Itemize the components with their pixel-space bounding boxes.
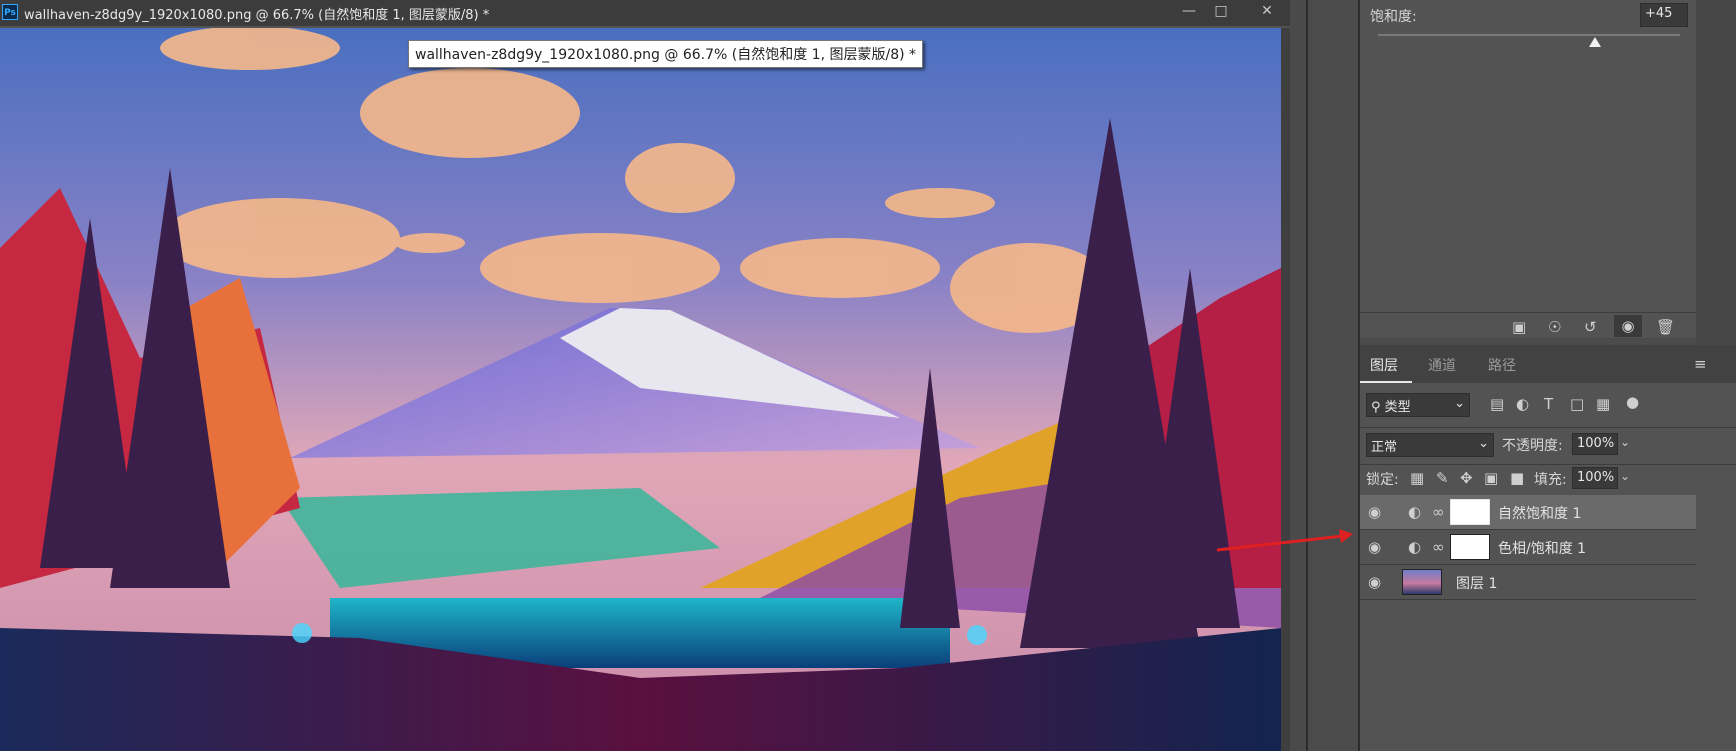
chevron-down-icon[interactable]: ⌄ <box>1620 469 1630 483</box>
chevron-down-icon: ⌄ <box>1454 396 1465 411</box>
lock-artboard-icon[interactable]: ▣ <box>1484 469 1498 487</box>
pixel-filter-icon[interactable]: ▤ <box>1490 395 1504 413</box>
adjustment-filter-icon[interactable]: ◐ <box>1516 395 1529 413</box>
layer-mask-thumbnail[interactable] <box>1450 534 1490 560</box>
photoshop-icon: Ps <box>2 4 18 20</box>
search-icon: ⚲ <box>1371 400 1381 415</box>
blend-mode-select[interactable]: 正常 ⌄ <box>1366 433 1494 457</box>
opacity-label: 不透明度: <box>1502 438 1563 454</box>
panel-menu-icon[interactable]: ≡ <box>1694 355 1707 373</box>
properties-footer: ▣ ☉ ↺ ◉ 🗑 <box>1360 312 1696 339</box>
adjustment-layer-icon: ◐ <box>1408 503 1422 521</box>
active-tab-indicator <box>1360 381 1412 383</box>
layer-mask-thumbnail[interactable] <box>1450 499 1490 525</box>
lock-position-icon[interactable]: ✥ <box>1460 469 1473 487</box>
delete-icon[interactable]: 🗑 <box>1656 318 1675 336</box>
landscape-artwork <box>0 28 1281 751</box>
chain-link-icon[interactable]: ∞ <box>1432 538 1445 556</box>
layer-row[interactable]: ◉ 图层 1 <box>1360 565 1696 600</box>
document-title-bar[interactable]: Ps wallhaven-z8dg9y_1920x1080.png @ 66.7… <box>0 0 1290 26</box>
layer-list: ◉ ◐ ∞ 自然饱和度 1 ◉ ◐ ∞ 色相/饱和度 1 ◉ 图层 1 <box>1360 495 1696 601</box>
blend-mode-value: 正常 <box>1371 440 1398 455</box>
document-title: wallhaven-z8dg9y_1920x1080.png @ 66.7% (… <box>24 8 490 23</box>
close-icon[interactable]: ✕ <box>1254 2 1280 20</box>
divider <box>1360 464 1736 465</box>
panel-edge <box>1696 0 1736 345</box>
eye-icon[interactable]: ◉ <box>1368 503 1381 521</box>
shape-filter-icon[interactable]: □ <box>1570 395 1584 413</box>
layer-row[interactable]: ◉ ◐ ∞ 色相/饱和度 1 <box>1360 530 1696 565</box>
fill-label: 填充: <box>1534 472 1567 488</box>
type-filter-icon[interactable]: T <box>1544 395 1553 413</box>
annotation-arrow <box>1216 529 1353 552</box>
document-window: Ps wallhaven-z8dg9y_1920x1080.png @ 66.7… <box>0 0 1290 751</box>
canvas-scrollbar[interactable] <box>1281 28 1290 751</box>
minimize-icon[interactable]: — <box>1176 2 1202 20</box>
tab-paths[interactable]: 路径 <box>1488 355 1516 375</box>
chain-link-icon[interactable]: ∞ <box>1432 503 1445 521</box>
chevron-down-icon[interactable]: ⌄ <box>1620 435 1630 449</box>
lock-all-icon[interactable]: ■ <box>1510 469 1524 487</box>
saturation-label: 饱和度: <box>1370 9 1417 25</box>
layer-image-thumbnail[interactable] <box>1402 569 1442 595</box>
lock-label: 锁定: <box>1366 472 1399 488</box>
tab-layers[interactable]: 图层 <box>1370 355 1398 375</box>
maximize-icon[interactable]: □ <box>1208 2 1234 20</box>
layer-row[interactable]: ◉ ◐ ∞ 自然饱和度 1 <box>1360 495 1696 530</box>
eye-icon[interactable]: ◉ <box>1368 538 1381 556</box>
filter-toggle-icon[interactable]: ● <box>1626 393 1639 411</box>
layer-name: 图层 1 <box>1456 576 1498 592</box>
layer-name: 色相/饱和度 1 <box>1498 541 1587 557</box>
smart-object-filter-icon[interactable]: ▦ <box>1596 395 1610 413</box>
view-previous-state-icon[interactable]: ☉ <box>1548 318 1561 336</box>
visibility-icon[interactable]: ◉ <box>1614 315 1642 337</box>
lock-transparent-icon[interactable]: ▦ <box>1410 469 1424 487</box>
properties-panel: 饱和度: +45 ▣ ☉ ↺ ◉ 🗑 <box>1360 0 1696 338</box>
panel-tab-bar <box>1360 345 1736 383</box>
saturation-slider-thumb[interactable] <box>1589 37 1602 47</box>
tab-channels[interactable]: 通道 <box>1428 355 1456 375</box>
saturation-value-field[interactable]: +45 <box>1640 3 1688 27</box>
adjustment-layer-icon: ◐ <box>1408 538 1422 556</box>
lock-paint-icon[interactable]: ✎ <box>1436 469 1449 487</box>
fill-field[interactable]: 100% <box>1572 467 1618 489</box>
panel-divider <box>1306 0 1308 751</box>
layer-filter-label: 类型 <box>1384 400 1411 415</box>
image-canvas[interactable] <box>0 28 1281 751</box>
clip-to-layer-icon[interactable]: ▣ <box>1512 318 1526 336</box>
saturation-slider-track[interactable] <box>1378 34 1680 36</box>
eye-icon[interactable]: ◉ <box>1368 573 1381 591</box>
layers-panel: 图层 通道 路径 ≡ ⚲ 类型 ⌄ ▤ ◐ T □ ▦ ● 正常 ⌄ 不透明度:… <box>1360 345 1736 751</box>
opacity-field[interactable]: 100% <box>1572 433 1618 455</box>
layer-name: 自然饱和度 1 <box>1498 506 1582 522</box>
reset-icon[interactable]: ↺ <box>1584 318 1597 336</box>
chevron-down-icon: ⌄ <box>1478 436 1489 451</box>
document-tooltip: wallhaven-z8dg9y_1920x1080.png @ 66.7% (… <box>408 40 924 68</box>
divider <box>1360 427 1736 428</box>
layer-filter-select[interactable]: ⚲ 类型 ⌄ <box>1366 393 1470 417</box>
